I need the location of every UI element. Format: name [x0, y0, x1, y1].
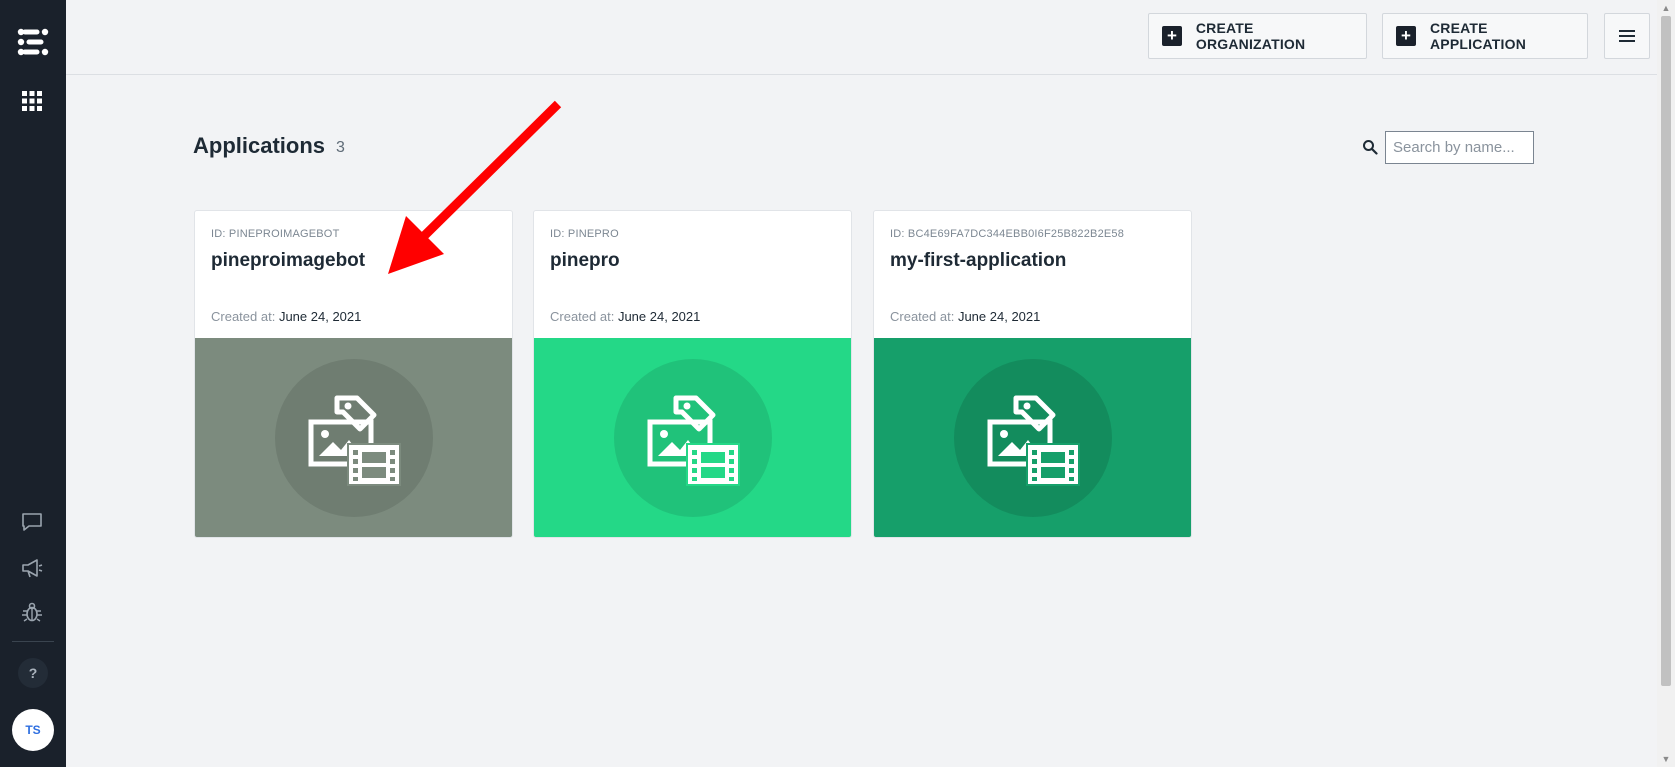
scroll-down-icon[interactable]: ▼	[1657, 751, 1675, 767]
created-at: Created at: June 24, 2021	[890, 309, 1040, 324]
create-application-button[interactable]: + CREATE APPLICATION	[1382, 13, 1588, 59]
plus-icon: +	[1162, 26, 1182, 46]
created-at: Created at: June 24, 2021	[211, 309, 361, 324]
avatar[interactable]: TS	[12, 709, 54, 751]
search-input[interactable]	[1385, 131, 1534, 164]
annotation-arrow	[388, 100, 562, 274]
created-at-date: June 24, 2021	[278, 309, 362, 324]
plus-icon: +	[1396, 26, 1416, 46]
created-at-label: Created at:	[890, 309, 955, 324]
application-banner[interactable]	[195, 338, 512, 537]
application-banner[interactable]	[874, 338, 1191, 537]
sidebar: ? TS	[0, 0, 66, 767]
application-card[interactable]: ID: BC4E69FA7DC344EBB0I6F25B822B2E58 my-…	[873, 210, 1192, 538]
application-banner[interactable]	[534, 338, 851, 537]
created-at-date: June 24, 2021	[617, 309, 701, 324]
search-icon	[1363, 140, 1378, 155]
grid-apps-icon[interactable]	[22, 91, 42, 111]
help-button[interactable]: ?	[18, 658, 48, 688]
megaphone-icon[interactable]	[20, 556, 44, 580]
chat-icon[interactable]	[20, 510, 44, 534]
scroll-up-icon[interactable]: ▲	[1657, 0, 1675, 16]
sidebar-divider	[12, 641, 54, 642]
image-video-tag-icon	[987, 395, 1080, 486]
bug-icon[interactable]	[20, 600, 44, 624]
create-organization-button[interactable]: + CREATE ORGANIZATION	[1148, 13, 1367, 59]
application-id: ID: PINEPROIMAGEBOT	[211, 228, 340, 240]
created-at-date: June 24, 2021	[957, 309, 1041, 324]
created-at: Created at: June 24, 2021	[550, 309, 700, 324]
image-video-tag-icon	[647, 395, 740, 486]
top-bar: + CREATE ORGANIZATION + CREATE APPLICATI…	[66, 0, 1657, 75]
application-card[interactable]: ID: PINEPRO pinepro Created at: June 24,…	[533, 210, 852, 538]
vertical-scrollbar[interactable]: ▲ ▼	[1657, 0, 1675, 767]
created-at-label: Created at:	[211, 309, 276, 324]
scrollbar-thumb[interactable]	[1661, 16, 1671, 686]
clarifai-logo-icon[interactable]	[15, 24, 51, 60]
hamburger-menu-icon	[1619, 30, 1635, 42]
hamburger-menu-button[interactable]	[1604, 13, 1650, 59]
application-name[interactable]: my-first-application	[890, 250, 1066, 272]
page-title: Applications	[193, 133, 326, 158]
create-organization-label: CREATE ORGANIZATION	[1195, 20, 1306, 52]
application-id: ID: BC4E69FA7DC344EBB0I6F25B822B2E58	[890, 228, 1125, 240]
image-video-tag-icon	[308, 395, 401, 486]
application-count: 3	[336, 139, 345, 156]
created-at-label: Created at:	[550, 309, 615, 324]
application-name[interactable]: pineproimagebot	[211, 250, 365, 272]
create-application-label: CREATE APPLICATION	[1429, 20, 1527, 52]
